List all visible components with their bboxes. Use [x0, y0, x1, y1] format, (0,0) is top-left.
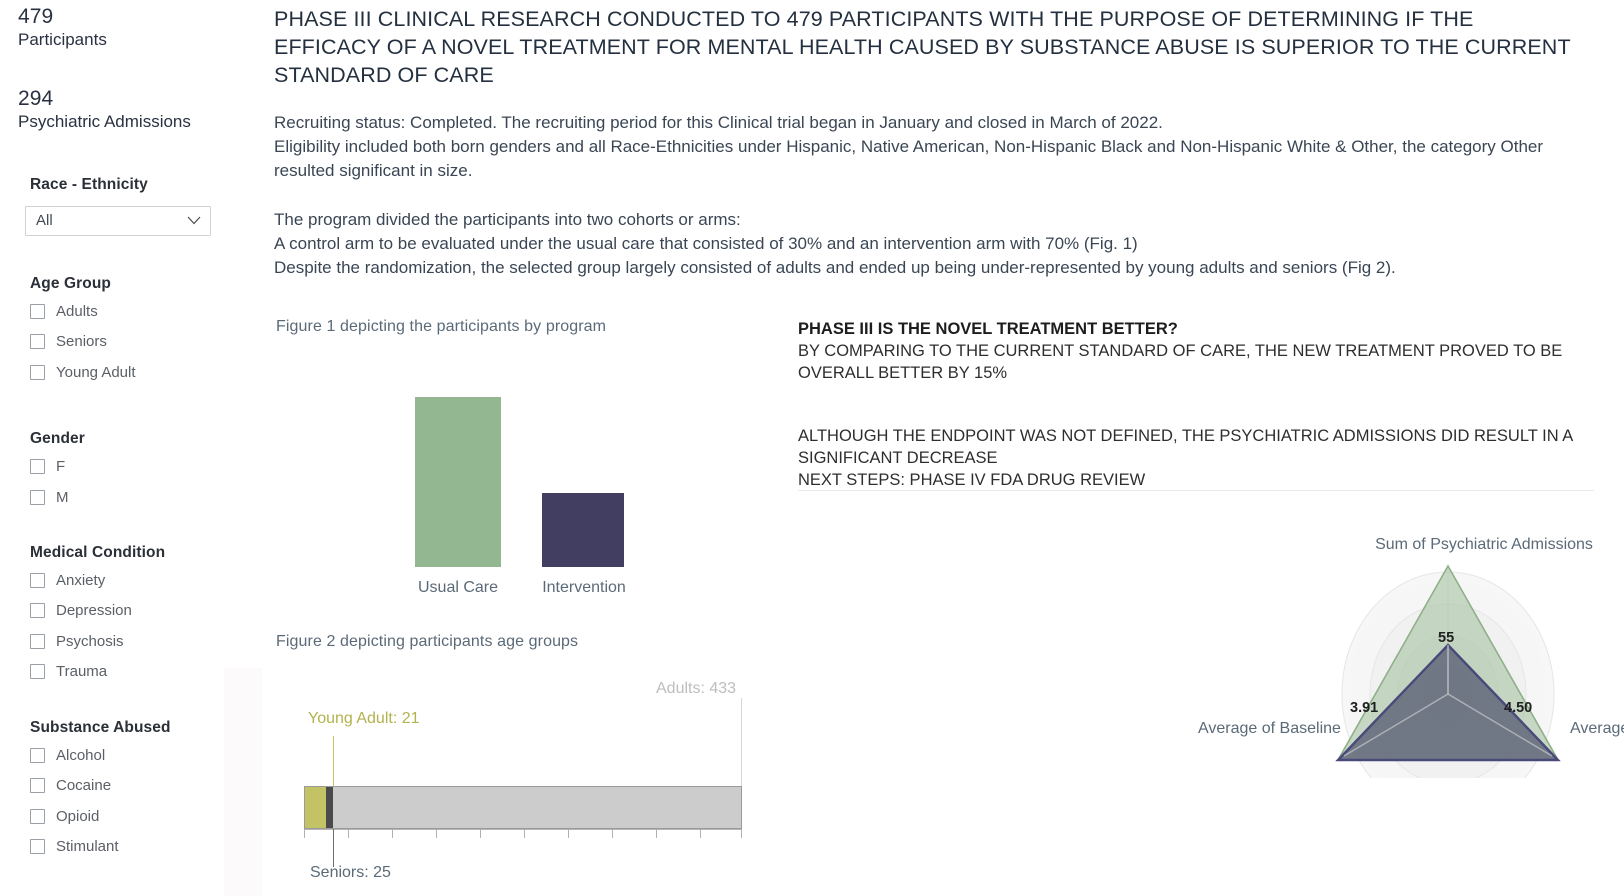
- radar-chart: Sum of Psychiatric Admissions Average of…: [922, 528, 1624, 778]
- axis-tick: [568, 829, 569, 838]
- radar-title: Sum of Psychiatric Admissions: [1375, 536, 1593, 553]
- checkbox-box-icon[interactable]: [30, 634, 45, 649]
- checkbox-label: Opioid: [56, 808, 100, 825]
- cohorts-paragraph: The program divided the participants int…: [274, 210, 1396, 277]
- checkbox-box-icon[interactable]: [30, 809, 45, 824]
- bar-intervention[interactable]: [542, 493, 624, 567]
- checkbox-label: Stimulant: [56, 838, 119, 855]
- bar-usual-care[interactable]: [415, 397, 501, 567]
- checkbox-label: Trauma: [56, 663, 108, 680]
- dashboard-root: 479 Participants 294 Psychiatric Admissi…: [0, 0, 1624, 896]
- radar-value-right: 4.50: [1504, 700, 1533, 716]
- kpi-admissions-label: Psychiatric Admissions: [18, 112, 191, 131]
- axis-tick: [700, 829, 701, 838]
- checkbox-box-icon[interactable]: [30, 748, 45, 763]
- filter-title-medical-condition: Medical Condition: [30, 544, 166, 561]
- radar-chart-svg: [1335, 564, 1561, 778]
- checkbox-box-icon[interactable]: [30, 839, 45, 854]
- data-label-young-adult: Young Adult: 21: [308, 710, 420, 727]
- filter-title-gender: Gender: [30, 430, 85, 447]
- kpi-admissions-value: 294: [18, 87, 54, 110]
- kpi-participants-label: Participants: [18, 30, 107, 49]
- axis-tick: [392, 829, 393, 838]
- section-divider: [798, 490, 1594, 491]
- checkbox-box-icon[interactable]: [30, 490, 45, 505]
- conclusion-subtext: BY COMPARING TO THE CURRENT STANDARD OF …: [798, 342, 1563, 382]
- bar-label-usual-care: Usual Care: [417, 579, 499, 596]
- stacked-bar-track: [304, 786, 742, 829]
- checkbox-box-icon[interactable]: [30, 459, 45, 474]
- conclusion-heading: PHASE III IS THE NOVEL TREATMENT BETTER?: [798, 320, 1178, 338]
- sidebar-scrollbar[interactable]: [224, 668, 262, 896]
- leader-line-young-adult: [333, 736, 334, 786]
- checkbox-box-icon[interactable]: [30, 778, 45, 793]
- checkbox-box-icon[interactable]: [30, 573, 45, 588]
- checkbox-label: Anxiety: [56, 572, 106, 589]
- leader-line-adults: [741, 698, 742, 786]
- axis-tick: [436, 829, 437, 838]
- segment-young-adult[interactable]: [304, 786, 326, 829]
- conclusion-body: ALTHOUGH THE ENDPOINT WAS NOT DEFINED, T…: [798, 427, 1573, 489]
- page-title: PHASE III CLINICAL RESEARCH CONDUCTED TO…: [274, 7, 1571, 87]
- checkbox-box-icon[interactable]: [30, 365, 45, 380]
- figure2-axis-line: [304, 829, 742, 830]
- axis-tick: [304, 829, 305, 838]
- checkbox-box-icon[interactable]: [30, 304, 45, 319]
- axis-tick: [612, 829, 613, 838]
- checkbox-label: Adults: [56, 303, 98, 320]
- data-label-adults: Adults: 433: [656, 680, 737, 697]
- checkbox-label: F: [56, 458, 66, 475]
- filter-title-age-group: Age Group: [30, 275, 111, 292]
- checkbox-label: Young Adult: [56, 364, 136, 381]
- checkbox-label: Psychosis: [56, 633, 124, 650]
- axis-tick: [348, 829, 349, 838]
- race-ethnicity-selected-value: All: [36, 212, 53, 229]
- axis-tick: [480, 829, 481, 838]
- main-content: PHASE III CLINICAL RESEARCH CONDUCTED TO…: [262, 0, 1624, 896]
- checkbox-label: Alcohol: [56, 747, 106, 764]
- kpi-participants-value: 479: [18, 5, 54, 28]
- radar-axis-label-after-treatment: Average of After 1 Year of Treatment: [1570, 720, 1624, 737]
- axis-tick: [656, 829, 657, 838]
- checkbox-box-icon[interactable]: [30, 603, 45, 618]
- checkbox-label: Seniors: [56, 333, 107, 350]
- axis-tick: [741, 829, 742, 838]
- checkbox-label: Depression: [56, 602, 132, 619]
- axis-tick: [524, 829, 525, 838]
- intro-paragraph: Recruiting status: Completed. The recrui…: [274, 113, 1544, 180]
- radar-value-top: 55: [1438, 630, 1455, 646]
- figure1-bar-chart: Usual Care Intervention: [262, 330, 782, 625]
- segment-adults[interactable]: [333, 786, 742, 829]
- leader-line-seniors: [333, 829, 334, 867]
- race-ethnicity-dropdown[interactable]: All: [25, 206, 211, 236]
- kpi-participants: 479 Participants: [18, 4, 107, 51]
- checkbox-box-icon[interactable]: [30, 334, 45, 349]
- figure2-stacked-bar-chart: Young Adult: 21 Adults: 433 Seniors: 25: [262, 660, 782, 890]
- kpi-psychiatric-admissions: 294 Psychiatric Admissions: [18, 86, 191, 133]
- filter-title-race-ethnicity: Race - Ethnicity: [30, 176, 148, 193]
- radar-axis-label-baseline: Average of Baseline: [1198, 720, 1341, 737]
- filter-title-substance-abused: Substance Abused: [30, 719, 171, 736]
- figure2-caption: Figure 2 depicting participants age grou…: [276, 633, 579, 650]
- bar-label-intervention: Intervention: [542, 579, 626, 596]
- data-label-seniors: Seniors: 25: [310, 864, 391, 881]
- checkbox-box-icon[interactable]: [30, 664, 45, 679]
- segment-seniors[interactable]: [326, 786, 333, 829]
- chevron-down-icon: [187, 216, 201, 225]
- checkbox-label: M: [56, 489, 69, 506]
- checkbox-label: Cocaine: [56, 777, 112, 794]
- filters-sidebar: 479 Participants 294 Psychiatric Admissi…: [0, 0, 262, 896]
- radar-value-left: 3.91: [1350, 700, 1379, 716]
